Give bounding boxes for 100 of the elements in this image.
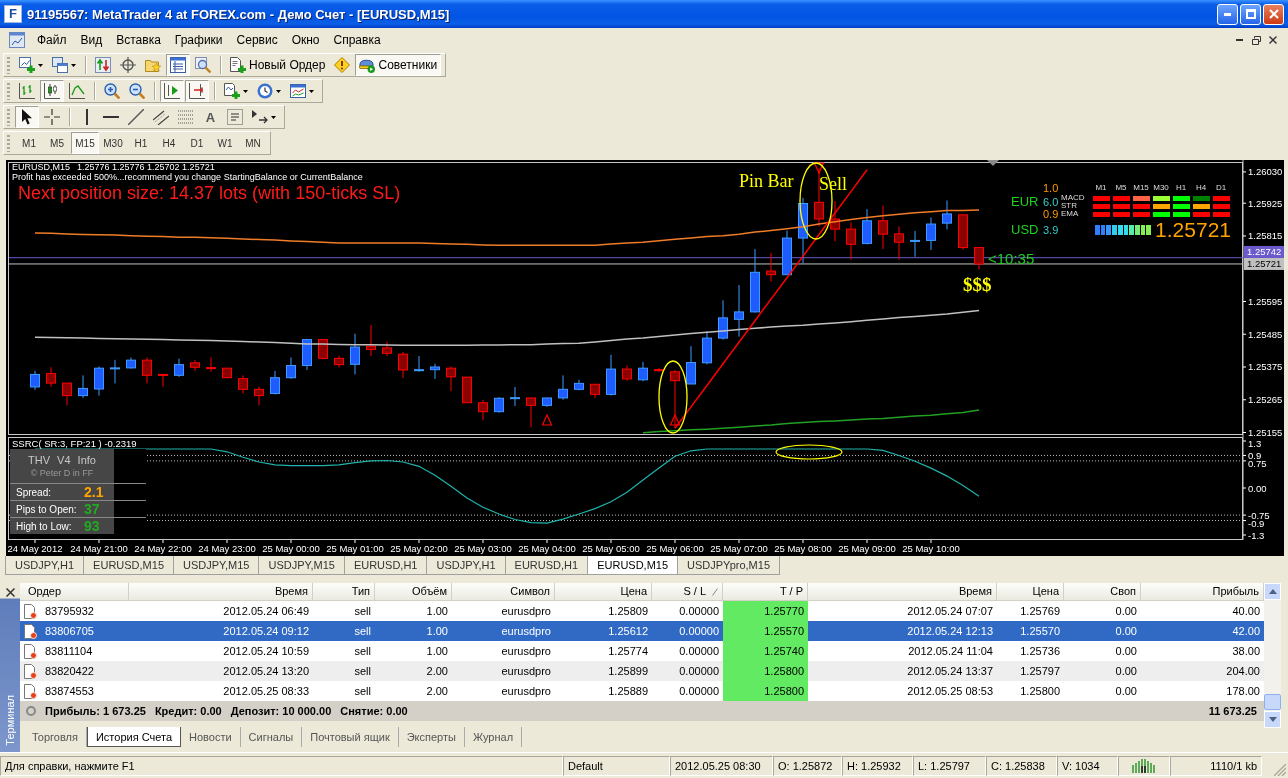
table-cell-text: 204.00 — [1225, 664, 1261, 679]
time-axis-label: 25 May 09:00 — [838, 543, 896, 554]
info-credit: © Peter D in FF — [30, 468, 94, 478]
table-cell-text: 2.00 — [425, 664, 449, 679]
indicator-title: SSRC( SR:3, FP:21 ) -0.2319 — [12, 438, 137, 449]
timeframe-label: H4 — [1195, 184, 1207, 192]
symbol-label: EURUSD,M15 — [12, 162, 70, 172]
app-logo: F — [4, 5, 22, 23]
status-text: Для справки, нажмите F1 — [0, 755, 563, 776]
table-cell-text: 0.00 — [1114, 604, 1138, 619]
table-cell-text: 1.25612 — [607, 624, 649, 639]
status-text: 2012.05.25 08:30 — [670, 755, 773, 776]
summary-total: 11 673.25 — [1208, 705, 1257, 717]
notice-text: Profit has exceeded 500%...recommend you change StartingBalance or CurrentBalance — [12, 172, 364, 182]
table-cell-text: 2012.05.24 06:49 — [222, 604, 310, 619]
table-cell-text: eurusdpro — [500, 664, 552, 679]
score-value: 6.0 — [1042, 196, 1060, 208]
table-cell-text: eurusdpro — [500, 604, 552, 619]
table-cell-text: 0.00 — [1114, 664, 1138, 679]
time-axis-label: 25 May 06:00 — [646, 543, 704, 554]
status-text: Default — [563, 755, 670, 776]
table-cell: 1.25570 — [723, 621, 808, 641]
table-cell-text: 42.00 — [1231, 624, 1261, 639]
table-cell-text: 83820422 — [45, 664, 94, 679]
chart-annotation: Pin Bar — [739, 171, 794, 191]
value-axis-label: -1.3 — [1248, 529, 1265, 541]
price-value: 1.25721 — [1155, 218, 1231, 242]
status-text: H: 1.25932 — [842, 755, 913, 776]
time-axis-label: 24 May 2012 — [7, 543, 63, 554]
table-cell-text: 2.00 — [425, 684, 449, 699]
table-cell-text: 0.00000 — [678, 664, 720, 679]
table-cell-text: 2012.05.24 12:13 — [906, 624, 994, 639]
table-cell-text: 0.00 — [1114, 624, 1138, 639]
time-axis-label: 24 May 23:00 — [198, 543, 256, 554]
time-axis-label: 25 May 00:00 — [262, 543, 320, 554]
timeframe-label: M1 — [1095, 184, 1107, 192]
time-axis-label: 25 May 07:00 — [710, 543, 768, 554]
timeframe-label: M30 — [1153, 184, 1169, 192]
quote-values: 1.25776 1.25776 1.25702 1.25721 — [77, 162, 215, 172]
position-size-text: Next position size: 14.37 lots (with 150-ticks SL) — [18, 183, 401, 204]
time-axis-label: 25 May 02:00 — [390, 543, 448, 554]
table-cell: 1.25740 — [723, 641, 808, 661]
table-cell-text: 2012.05.24 11:04 — [907, 644, 994, 659]
table-cell-text: eurusdpro — [500, 624, 552, 639]
status-text: V: 1034 — [1057, 755, 1118, 776]
indicator-label: EMA — [1061, 210, 1080, 218]
table-cell: 1.25800 — [723, 661, 808, 681]
panel-title: Терминал — [4, 695, 16, 746]
value-axis-label: 0.9 — [1248, 449, 1262, 461]
info-label: Pips to Open: — [16, 503, 78, 515]
window-title: 91195567: MetaTrader 4 at FOREX.com - Демо Счет - [EURUSD,M15] — [27, 6, 450, 22]
table-cell-text: 1.00 — [425, 624, 449, 639]
time-axis-label: 25 May 03:00 — [454, 543, 512, 554]
table-cell-text: 0.00000 — [678, 624, 720, 639]
table-cell-text: 2012.05.24 09:12 — [222, 624, 310, 639]
table-cell-text: 0.00 — [1114, 684, 1138, 699]
price-axis-label: 1.26030 — [1248, 166, 1283, 178]
price-axis-label: 1.25265 — [1248, 394, 1283, 406]
chart-annotation: $$$ — [963, 274, 992, 295]
price-axis-label: 1.25485 — [1248, 328, 1283, 340]
status-text: 1110/1 kb — [1170, 755, 1262, 776]
summary-item: Депозит: 10 000.00 — [230, 705, 332, 717]
time-axis-label: 24 May 21:00 — [70, 543, 128, 554]
table-cell-text: 2012.05.24 07:07 — [906, 604, 994, 619]
time-axis-label: 25 May 10:00 — [902, 543, 960, 554]
table-cell-text: 83874553 — [45, 684, 94, 699]
info-title: THV V4 Info — [28, 454, 96, 466]
timeframe-label: M5 — [1115, 184, 1127, 192]
score-value: 3.9 — [1042, 224, 1060, 236]
table-cell-text: 178.00 — [1225, 684, 1261, 699]
table-cell-text: 83795932 — [45, 604, 94, 619]
price-axis-label: 1.25815 — [1248, 230, 1283, 242]
table-cell-text: eurusdpro — [500, 644, 552, 659]
time-axis-label: 25 May 04:00 — [518, 543, 576, 554]
status-text: L: 1.25797 — [913, 755, 986, 776]
table-cell-text: 1.25774 — [607, 644, 649, 659]
price-axis-label: 1.25155 — [1248, 427, 1283, 436]
table-cell-text: 83806705 — [45, 624, 94, 639]
table-cell-text: 1.25889 — [607, 684, 649, 699]
time-axis-label: 25 May 08:00 — [774, 543, 832, 554]
table-cell-text: 1.25736 — [1019, 644, 1061, 659]
status-text: C: 1.25838 — [986, 755, 1057, 776]
info-value: 93 — [84, 518, 100, 534]
info-label: Spread: — [16, 486, 53, 498]
summary-item: Снятие: 0.00 — [340, 705, 408, 717]
table-cell-text: sell — [353, 664, 372, 679]
time-axis-label: 24 May 22:00 — [134, 543, 192, 554]
price-tag: 1.25742 — [1244, 245, 1284, 258]
time-axis-label: 25 May 05:00 — [582, 543, 640, 554]
table-cell-text: 0.00000 — [678, 604, 720, 619]
price-axis-label: 1.25375 — [1248, 361, 1283, 373]
table-cell-text: 0.00 — [1114, 644, 1138, 659]
table-cell-text: 38.00 — [1231, 644, 1261, 659]
time-axis-label: 25 May 01:00 — [326, 543, 384, 554]
table-cell-text: 1.00 — [425, 604, 449, 619]
table-cell-text: 40.00 — [1231, 604, 1261, 619]
table-cell-text: 2012.05.24 13:20 — [222, 664, 310, 679]
table-cell-text: sell — [353, 624, 372, 639]
info-label: High to Low: — [16, 520, 73, 532]
currency-label: USD — [1011, 223, 1040, 237]
